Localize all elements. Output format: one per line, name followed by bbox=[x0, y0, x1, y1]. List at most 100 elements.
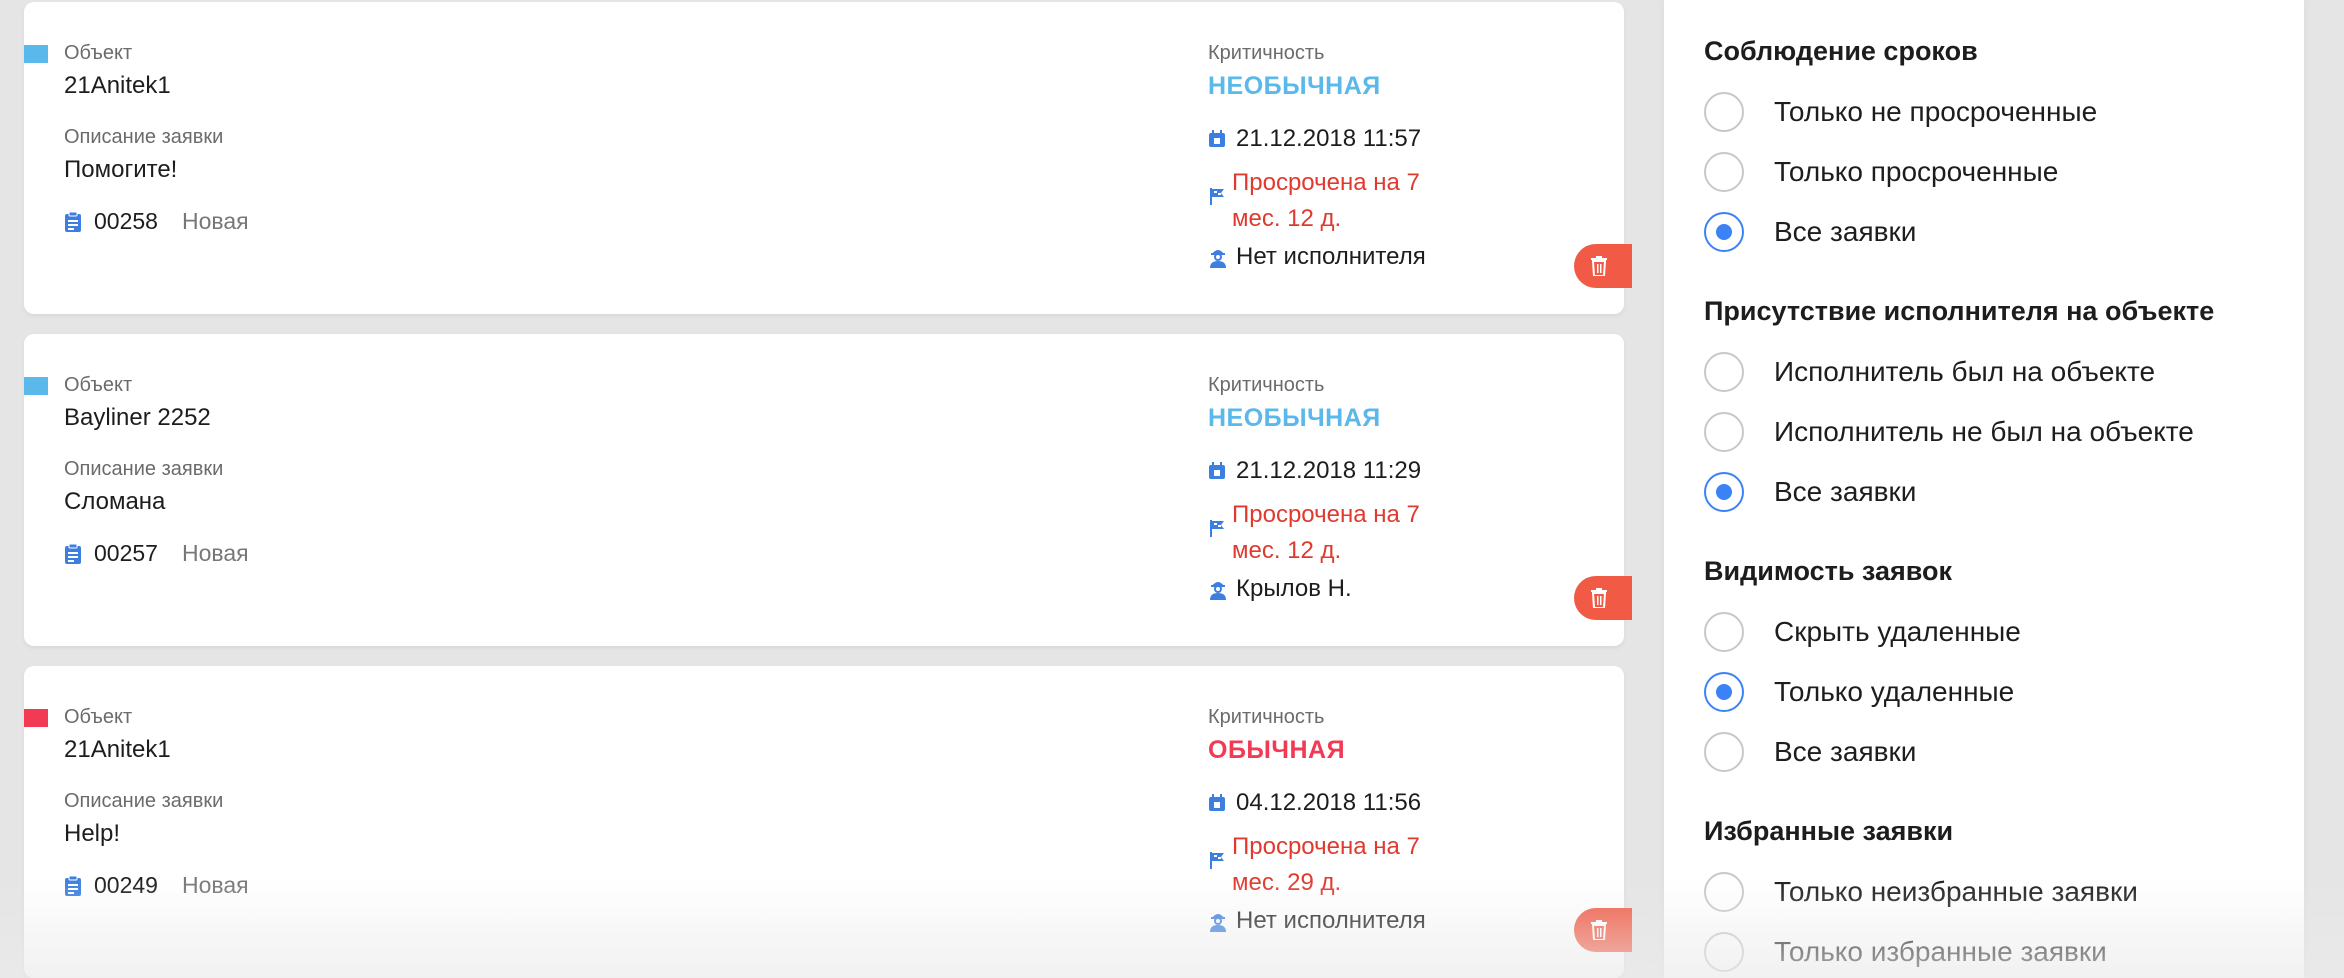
executor-name: Нет исполнителя bbox=[1236, 907, 1426, 934]
filter-option[interactable]: Скрыть удаленные bbox=[1704, 612, 2021, 652]
criticality-label: Критичность bbox=[1208, 374, 1325, 396]
request-status: Новая bbox=[181, 540, 249, 566]
criticality-label: Критичность bbox=[1208, 706, 1325, 728]
delete-button[interactable] bbox=[1574, 908, 1632, 952]
filter-option[interactable]: Только просроченные bbox=[1704, 152, 2058, 192]
radio-button[interactable] bbox=[1704, 212, 1744, 252]
deadlines-filter-title: Соблюдение сроков bbox=[1704, 36, 1978, 66]
filter-option[interactable]: Только не просроченные bbox=[1704, 92, 2097, 132]
radio-button[interactable] bbox=[1704, 352, 1744, 392]
radio-label: Все заявки bbox=[1774, 736, 1917, 767]
request-date: 21.12.2018 11:29 bbox=[1236, 457, 1422, 484]
overdue-text: Просрочена на 7 мес. 12 д. bbox=[1232, 501, 1420, 564]
calendar-icon bbox=[1209, 794, 1225, 811]
date-row: 21.12.2018 11:57 bbox=[1208, 125, 1421, 153]
flag-icon bbox=[1210, 520, 1224, 537]
filter-option[interactable]: Только удаленные bbox=[1704, 672, 2014, 712]
radio-label: Все заявки bbox=[1774, 216, 1917, 247]
worker-icon bbox=[1210, 250, 1226, 268]
worker-icon bbox=[1210, 914, 1226, 932]
overdue-row: Просрочена на 7 мес. 29 д. bbox=[1208, 829, 1472, 901]
radio-button[interactable] bbox=[1704, 472, 1744, 512]
object-label: Объект bbox=[64, 706, 133, 728]
request-number: 00258 bbox=[94, 208, 158, 234]
calendar-icon bbox=[1209, 462, 1225, 479]
request-card[interactable]: Объект Bayliner 2252 Описание заявки Сло… bbox=[24, 334, 1632, 646]
criticality-value: НЕОБЫЧНАЯ bbox=[1208, 72, 1381, 100]
criticality-value: ОБЫЧНАЯ bbox=[1208, 736, 1346, 764]
object-name: 21Anitek1 bbox=[64, 736, 171, 763]
trash-icon bbox=[1591, 920, 1607, 940]
filter-option[interactable]: Исполнитель не был на объекте bbox=[1704, 412, 2194, 452]
object-label: Объект bbox=[64, 374, 133, 396]
executor-name: Крылов Н. bbox=[1236, 575, 1352, 602]
radio-button[interactable] bbox=[1704, 612, 1744, 652]
clipboard-icon bbox=[65, 211, 81, 232]
radio-label: Исполнитель не был на объекте bbox=[1774, 416, 2194, 447]
date-row: 04.12.2018 11:56 bbox=[1208, 789, 1421, 817]
request-status: Новая bbox=[181, 872, 249, 898]
filter-option[interactable]: Все заявки bbox=[1704, 732, 1916, 772]
request-number-row: 00257 Новая bbox=[64, 540, 249, 567]
executor-row: Нет исполнителя bbox=[1208, 243, 1426, 271]
description-text: Help! bbox=[64, 820, 121, 847]
radio-label: Все заявки bbox=[1774, 476, 1917, 507]
radio-button[interactable] bbox=[1704, 932, 1744, 972]
object-name: 21Anitek1 bbox=[64, 72, 171, 99]
request-number-row: 00249 Новая bbox=[64, 872, 249, 899]
radio-label: Только избранные заявки bbox=[1774, 936, 2107, 967]
radio-label: Только просроченные bbox=[1774, 156, 2059, 187]
overdue-row: Просрочена на 7 мес. 12 д. bbox=[1208, 165, 1472, 237]
request-number: 00257 bbox=[94, 540, 158, 566]
criticality-marker bbox=[24, 377, 48, 395]
radio-label: Скрыть удаленные bbox=[1774, 616, 2021, 647]
radio-button[interactable] bbox=[1704, 92, 1744, 132]
request-date: 21.12.2018 11:57 bbox=[1236, 125, 1422, 152]
request-card[interactable]: Объект 21Anitek1 Описание заявки Help! 0… bbox=[24, 666, 1632, 978]
request-status: Новая bbox=[181, 208, 249, 234]
overdue-text: Просрочена на 7 мес. 12 д. bbox=[1232, 169, 1420, 232]
date-row: 21.12.2018 11:29 bbox=[1208, 457, 1421, 485]
worker-icon bbox=[1210, 582, 1226, 600]
executor-row: Нет исполнителя bbox=[1208, 907, 1426, 935]
object-name: Bayliner 2252 bbox=[64, 404, 211, 431]
clipboard-icon bbox=[65, 543, 81, 564]
trash-icon bbox=[1591, 588, 1607, 608]
request-number-row: 00258 Новая bbox=[64, 208, 249, 235]
description-label: Описание заявки bbox=[64, 790, 224, 812]
executor-row: Крылов Н. bbox=[1208, 575, 1352, 603]
visibility-filter-title: Видимость заявок bbox=[1704, 556, 1953, 586]
filter-option[interactable]: Исполнитель был на объекте bbox=[1704, 352, 2155, 392]
criticality-marker bbox=[24, 709, 48, 727]
filter-panel: Соблюдение сроков Только не просроченные… bbox=[1664, 0, 2304, 978]
radio-label: Только не просроченные bbox=[1774, 96, 2098, 127]
request-card[interactable]: Объект 21Anitek1 Описание заявки Помогит… bbox=[24, 2, 1632, 314]
description-text: Помогите! bbox=[64, 156, 178, 183]
delete-button[interactable] bbox=[1574, 576, 1632, 620]
presence-filter-title: Присутствие исполнителя на объекте bbox=[1704, 296, 2215, 326]
filter-option[interactable]: Только неизбранные заявки bbox=[1704, 872, 2138, 912]
description-label: Описание заявки bbox=[64, 126, 224, 148]
flag-icon bbox=[1210, 188, 1224, 205]
executor-name: Нет исполнителя bbox=[1236, 243, 1426, 270]
radio-button[interactable] bbox=[1704, 732, 1744, 772]
radio-button[interactable] bbox=[1704, 412, 1744, 452]
description-text: Сломана bbox=[64, 488, 166, 515]
radio-label: Только удаленные bbox=[1774, 676, 2015, 707]
overdue-text: Просрочена на 7 мес. 29 д. bbox=[1232, 833, 1420, 896]
radio-button[interactable] bbox=[1704, 872, 1744, 912]
favorites-filter-title: Избранные заявки bbox=[1704, 816, 1954, 846]
radio-button[interactable] bbox=[1704, 152, 1744, 192]
filter-option[interactable]: Только избранные заявки bbox=[1704, 932, 2107, 972]
object-label: Объект bbox=[64, 42, 133, 64]
criticality-label: Критичность bbox=[1208, 42, 1325, 64]
criticality-value: НЕОБЫЧНАЯ bbox=[1208, 404, 1381, 432]
request-number: 00249 bbox=[94, 872, 158, 898]
radio-label: Исполнитель был на объекте bbox=[1774, 356, 2156, 387]
radio-button[interactable] bbox=[1704, 672, 1744, 712]
filter-option[interactable]: Все заявки bbox=[1704, 472, 1916, 512]
radio-label: Только неизбранные заявки bbox=[1774, 876, 2138, 907]
delete-button[interactable] bbox=[1574, 244, 1632, 288]
filter-option[interactable]: Все заявки bbox=[1704, 212, 1916, 252]
flag-icon bbox=[1210, 852, 1224, 869]
